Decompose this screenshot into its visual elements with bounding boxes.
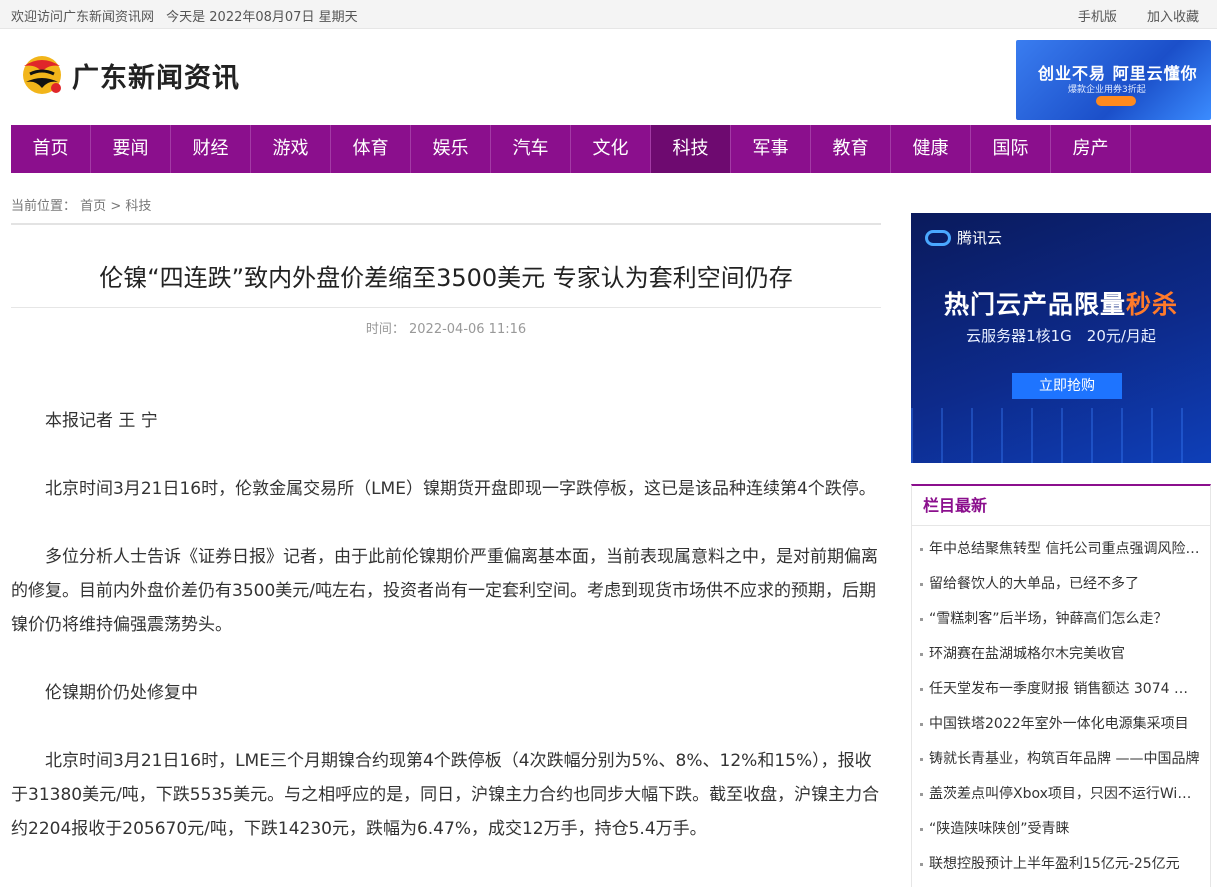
ad-headline: 热门云产品限量秒杀: [911, 285, 1211, 321]
bullet-icon: [920, 862, 923, 866]
list-item[interactable]: 铸就长青基业，构筑百年品牌 ——中国品牌: [920, 742, 1200, 777]
breadcrumb-prefix: 当前位置：: [11, 199, 77, 214]
bullet-icon: [920, 652, 923, 656]
list-item-text: 留给餐饮人的大单品，已经不多了: [929, 576, 1139, 592]
latest-news-box: 栏目最新 年中总结聚焦转型 信托公司重点强调风险防控 留给餐饮人的大单品，已经不多…: [911, 484, 1211, 887]
list-item-text: 盖茨差点叫停Xbox项目，只因不运行Windows: [929, 786, 1200, 802]
publish-time: 2022-04-06 11:16: [409, 322, 527, 337]
ad-brand: 腾讯云: [925, 227, 1002, 248]
mobile-version-link[interactable]: 手机版: [1078, 10, 1117, 25]
list-item[interactable]: 中国铁塔2022年室外一体化电源集采项目: [920, 707, 1200, 742]
bullet-icon: [920, 757, 923, 761]
list-item-text: 联想控股预计上半年盈利15亿元-25亿元: [929, 856, 1180, 872]
cloud-icon: [925, 229, 951, 246]
list-item-text: 年中总结聚焦转型 信托公司重点强调风险防控: [929, 541, 1200, 557]
list-item-text: “雪糕刺客”后半场，钟薛高们怎么走？: [929, 611, 1168, 627]
nav-item[interactable]: 娱乐: [411, 125, 491, 173]
bullet-icon: [920, 617, 923, 621]
ad-decoration: [911, 408, 1211, 463]
ad-buy-button[interactable]: 立即抢购: [1012, 373, 1122, 399]
list-item[interactable]: 环湖赛在盐湖城格尔木完美收官: [920, 637, 1200, 672]
nav-item[interactable]: 汽车: [491, 125, 571, 173]
article-paragraph: 多位分析人士告诉《证券日报》记者，由于此前伦镍期价严重偏离基本面，当前表现属意料…: [11, 547, 878, 635]
ad-headline-main: 热门云产品限量: [943, 290, 1126, 319]
main-nav: 首页 要闻 财经 游戏 体育 娱乐 汽车 文化 科技 军事 教育 健康 国际 房产: [11, 125, 1211, 173]
list-item[interactable]: 盖茨差点叫停Xbox项目，只因不运行Windows: [920, 777, 1200, 812]
list-item-text: 任天堂发布一季度财报 销售额达 3074 亿日元: [929, 681, 1200, 697]
top-ad-button: [1096, 96, 1136, 106]
bullet-icon: [920, 827, 923, 831]
welcome-text: 欢迎访问广东新闻资讯网 今天是 2022年08月07日 星期天: [11, 6, 366, 25]
breadcrumb-separator: >: [110, 199, 122, 214]
nav-item[interactable]: 军事: [731, 125, 811, 173]
article-paragraph: 北京时间3月21日16时，LME三个月期镍合约现第4个跌停板（4次跌幅分别为5%…: [11, 751, 880, 839]
nav-item[interactable]: 首页: [11, 125, 91, 173]
nav-item[interactable]: 教育: [811, 125, 891, 173]
ad-brand-name: 腾讯云: [957, 229, 1003, 247]
article-paragraph: 本报记者 王 宁: [45, 411, 158, 431]
latest-news-list: 年中总结聚焦转型 信托公司重点强调风险防控 留给餐饮人的大单品，已经不多了 “雪糕刺…: [912, 526, 1210, 882]
top-ad-headline: 创业不易 阿里云懂你: [1038, 64, 1198, 83]
list-item-text: 环湖赛在盐湖城格尔木完美收官: [929, 646, 1125, 662]
nav-item[interactable]: 游戏: [251, 125, 331, 173]
list-item[interactable]: 年中总结聚焦转型 信托公司重点强调风险防控: [920, 532, 1200, 567]
ad-headline-highlight: 秒杀: [1126, 290, 1179, 319]
bullet-icon: [920, 582, 923, 586]
divider: [11, 307, 881, 308]
nav-item[interactable]: 体育: [331, 125, 411, 173]
nav-item[interactable]: 财经: [171, 125, 251, 173]
list-item[interactable]: “陕造陕味陕创”受青睐: [920, 812, 1200, 847]
top-ad-sub: 爆款企业用券3折起: [1068, 85, 1146, 95]
bullet-icon: [920, 722, 923, 726]
latest-news-title: 栏目最新: [912, 486, 1210, 526]
top-banner-ad[interactable]: 创业不易 阿里云懂你 爆款企业用券3折起: [1016, 40, 1211, 120]
list-item[interactable]: 任天堂发布一季度财报 销售额达 3074 亿日元: [920, 672, 1200, 707]
article-paragraph: 北京时间3月21日16时，伦敦金属交易所（LME）镍期货开盘即现一字跌停板，这已…: [45, 479, 876, 499]
welcome-message: 欢迎访问广东新闻资讯网: [11, 10, 155, 25]
site-logo[interactable]: 广东新闻资讯: [18, 52, 240, 98]
nav-item[interactable]: 科技: [651, 125, 731, 173]
time-label: 时间：: [365, 322, 405, 337]
article-meta: 时间： 2022-04-06 11:16: [11, 318, 881, 337]
article-title: 伦镍“四连跌”致内外盘价差缩至3500美元 专家认为套利空间仍存: [99, 264, 793, 292]
top-links: 手机版 加入收藏: [1052, 6, 1199, 25]
bullet-icon: [920, 687, 923, 691]
today-date: 今天是 2022年08月07日 星期天: [166, 10, 358, 25]
nav-item[interactable]: 房产: [1051, 125, 1131, 173]
logo-icon: [23, 56, 61, 94]
bullet-icon: [920, 792, 923, 796]
divider: [11, 223, 881, 225]
breadcrumb: 当前位置： 首页 > 科技: [11, 195, 151, 214]
site-name: 广东新闻资讯: [72, 62, 240, 94]
list-item[interactable]: 联想控股预计上半年盈利15亿元-25亿元: [920, 847, 1200, 882]
add-favorite-link[interactable]: 加入收藏: [1147, 10, 1199, 25]
list-item-text: “陕造陕味陕创”受青睐: [929, 821, 1070, 837]
nav-item[interactable]: 文化: [571, 125, 651, 173]
list-item-text: 铸就长青基业，构筑百年品牌 ——中国品牌: [929, 751, 1200, 767]
list-item[interactable]: 留给餐饮人的大单品，已经不多了: [920, 567, 1200, 602]
list-item[interactable]: “雪糕刺客”后半场，钟薛高们怎么走？: [920, 602, 1200, 637]
breadcrumb-home[interactable]: 首页: [80, 199, 106, 214]
top-bar: 欢迎访问广东新闻资讯网 今天是 2022年08月07日 星期天 手机版 加入收藏: [0, 0, 1217, 29]
breadcrumb-current[interactable]: 科技: [125, 199, 151, 214]
nav-item[interactable]: 国际: [971, 125, 1051, 173]
sidebar-ad[interactable]: 腾讯云 热门云产品限量秒杀 云服务器1核1G 20元/月起 立即抢购: [911, 213, 1211, 463]
bullet-icon: [920, 547, 923, 551]
article-body: 本报记者 王 宁 北京时间3月21日16时，伦敦金属交易所（LME）镍期货开盘即…: [11, 404, 881, 880]
article-paragraph: 伦镍期价仍处修复中: [45, 683, 198, 703]
nav-item[interactable]: 健康: [891, 125, 971, 173]
nav-item[interactable]: 要闻: [91, 125, 171, 173]
list-item-text: 中国铁塔2022年室外一体化电源集采项目: [929, 716, 1189, 732]
ad-subline: 云服务器1核1G 20元/月起: [966, 327, 1156, 345]
